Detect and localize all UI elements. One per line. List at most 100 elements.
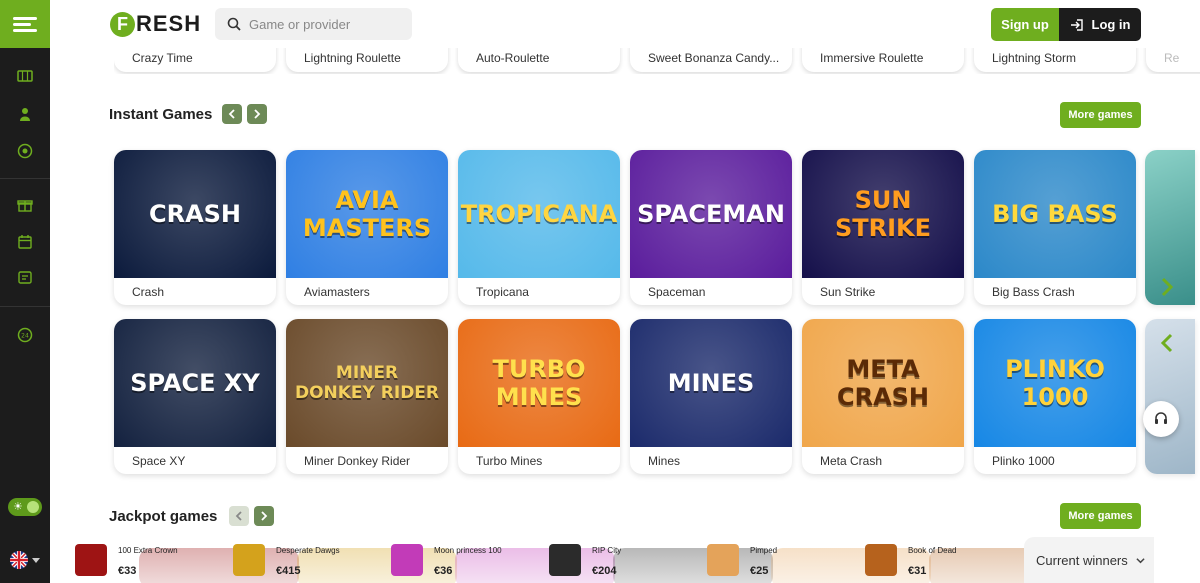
jackpot-amount: €36 [434,565,453,577]
game-art-title: SUN STRIKE [834,186,932,242]
game-thumbnail[interactable]: PLINKO 1000 [974,319,1136,447]
logo[interactable]: F RESH [110,10,201,38]
chat-icon[interactable] [15,268,35,288]
game-card[interactable]: SUN STRIKE Sun Strike [802,150,964,305]
jackpot-amount: €31 [908,565,927,577]
live-game-card[interactable]: Lightning Roulette [286,48,448,72]
headset-icon [1155,412,1167,424]
login-button[interactable]: Log in [1059,8,1141,41]
jackpot-item[interactable]: 100 Extra Crown €33 [75,544,225,580]
menu-button[interactable] [0,0,50,48]
gift-icon[interactable] [15,195,35,215]
game-thumbnail[interactable]: TURBO MINES [458,319,620,447]
game-card[interactable]: BIG BASS Big Bass Crash [974,150,1136,305]
game-card[interactable]: AVIA MASTERS Aviamasters [286,150,448,305]
scroll-left-button[interactable] [222,104,242,124]
game-name: Space XY [132,454,186,468]
game-name: Mines [648,454,681,468]
game-thumbnail[interactable]: META CRASH [802,319,964,447]
jackpot-amount: €415 [276,565,301,577]
game-card[interactable]: SPACE XY Space XY [114,319,276,474]
section-title-instant: Instant Games [109,106,213,123]
chevron-left-icon [228,109,235,119]
game-thumbnail[interactable]: CRASH [114,150,276,278]
game-art-title: MINER DONKEY RIDER [294,363,440,403]
game-card[interactable]: CRASH Crash [114,150,276,305]
jackpot-thumbnail[interactable] [865,544,897,576]
game-thumbnail[interactable]: MINES [630,319,792,447]
game-name: Plinko 1000 [992,454,1055,468]
game-name: Meta Crash [820,454,883,468]
calendar-icon[interactable] [15,232,35,252]
scroll-right-button[interactable] [254,506,274,526]
theme-toggle[interactable]: ☀ [8,498,42,516]
live-game-card[interactable]: Auto-Roulette [458,48,620,72]
jackpot-game-name: 100 Extra Crown [118,546,178,555]
game-art-title: MINES [667,369,755,397]
current-winners-toggle[interactable]: Current winners [1024,537,1154,583]
game-name: Tropicana [476,285,529,299]
live-dealer-icon[interactable] [15,104,35,124]
jackpot-game-name: RIP City [592,546,622,555]
more-games-button[interactable]: More games [1060,102,1141,128]
live-game-card[interactable]: Sweet Bonanza Candy... [630,48,792,72]
jackpot-item[interactable]: Moon princess 100 €36 [391,544,541,580]
support-24-icon[interactable]: 24 [15,325,35,345]
game-thumbnail[interactable]: SPACE XY [114,319,276,447]
game-card[interactable]: SPACEMAN Spaceman [630,150,792,305]
game-thumbnail[interactable]: AVIA MASTERS [286,150,448,278]
header: F RESH Sign up Log in [50,0,1200,48]
game-thumbnail[interactable]: SPACEMAN [630,150,792,278]
game-thumbnail[interactable]: TROPICANA [458,150,620,278]
game-art-title: SPACEMAN [637,200,785,228]
jackpot-thumbnail[interactable] [233,544,265,576]
jackpot-item[interactable]: Desperate Dawgs €415 [233,544,383,580]
language-selector[interactable] [10,551,42,569]
game-art-title: TROPICANA [460,200,618,228]
live-game-card[interactable]: Crazy Time [114,48,276,72]
live-game-card[interactable]: Immersive Roulette [802,48,964,72]
scroll-right-button[interactable] [247,104,267,124]
sports-icon[interactable] [15,141,35,161]
game-thumbnail[interactable]: MINER DONKEY RIDER [286,319,448,447]
sidebar-divider [0,178,50,179]
game-card[interactable]: PLINKO 1000 Plinko 1000 [974,319,1136,474]
signup-button[interactable]: Sign up [991,8,1059,41]
game-name: Crash [132,285,165,299]
support-chat-button[interactable] [1143,401,1179,437]
game-art-title: PLINKO 1000 [1005,355,1105,411]
game-name: Miner Donkey Rider [304,454,411,468]
jackpot-game-name: Pimped [750,546,778,555]
game-card[interactable]: META CRASH Meta Crash [802,319,964,474]
more-games-button[interactable]: More games [1060,503,1141,529]
game-card[interactable]: MINES Mines [630,319,792,474]
jackpot-thumbnail[interactable] [707,544,739,576]
game-thumbnail[interactable]: SUN STRIKE [802,150,964,278]
live-game-card[interactable]: Re [1146,48,1200,72]
sidebar: 24 ☀ [0,0,50,583]
game-thumbnail[interactable]: BIG BASS [974,150,1136,278]
game-card[interactable]: MINER DONKEY RIDER Miner Donkey Rider [286,319,448,474]
slots-icon[interactable] [15,66,35,86]
game-name: Sun Strike [820,285,876,299]
jackpot-amount: €33 [118,565,137,577]
game-card[interactable]: TROPICANA Tropicana [458,150,620,305]
game-card[interactable]: TURBO MINES Turbo Mines [458,319,620,474]
search-input[interactable] [249,16,399,32]
chevron-left-icon[interactable] [1157,327,1177,359]
jackpot-game-name: Moon princess 100 [434,546,502,555]
jackpot-item[interactable]: Book of Dead €31 [865,544,1015,580]
game-art-title: TURBO MINES [492,355,586,411]
jackpot-thumbnail[interactable] [391,544,423,576]
jackpot-item[interactable]: Pimped €25 [707,544,857,580]
search-box[interactable] [215,8,412,40]
jackpot-item[interactable]: RIP City €204 [549,544,699,580]
live-game-card[interactable]: Lightning Storm [974,48,1136,72]
jackpot-thumbnail[interactable] [75,544,107,576]
search-icon [227,17,241,31]
scroll-left-button[interactable] [229,506,249,526]
jackpot-thumbnail[interactable] [549,544,581,576]
current-winners-label: Current winners [1036,552,1128,568]
chevron-right-icon[interactable] [1157,271,1177,303]
sidebar-divider [0,306,50,307]
